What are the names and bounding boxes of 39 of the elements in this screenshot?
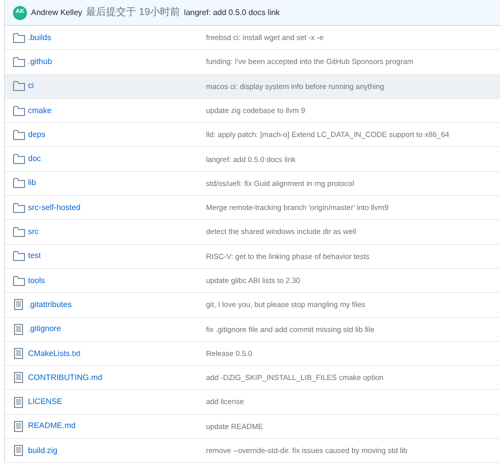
file-name[interactable]: lib — [28, 177, 36, 190]
folder-icon — [13, 227, 25, 238]
file-name[interactable]: ci — [28, 80, 34, 92]
folder-icon — [13, 106, 25, 116]
file-name[interactable]: src — [28, 226, 39, 238]
file-name[interactable]: src-self-hosted — [28, 202, 80, 214]
file-name[interactable]: test — [28, 250, 41, 262]
folder-icon — [13, 56, 25, 67]
folder-icon — [13, 276, 25, 286]
folder-icon — [13, 154, 25, 164]
document-icon — [14, 445, 23, 456]
file-name[interactable]: .gitattributes — [28, 298, 72, 311]
commit-message[interactable]: langref: add 0.5.0 docs link — [184, 6, 280, 18]
document-icon — [14, 372, 23, 384]
folder-icon — [13, 32, 25, 43]
document-icon — [14, 396, 23, 408]
folder-icon — [13, 251, 25, 262]
file-name[interactable]: README.md — [28, 420, 76, 432]
author-name[interactable]: Andrew Kelley — [31, 6, 82, 18]
folder-icon — [13, 130, 25, 140]
document-icon — [14, 348, 23, 359]
file-name[interactable]: .gitignore — [28, 323, 61, 336]
file-name[interactable]: LICENSE — [28, 396, 62, 408]
file-name[interactable]: tools — [28, 274, 45, 287]
file-name[interactable]: deps — [28, 128, 46, 141]
file-name[interactable]: CMakeLists.txt — [28, 348, 80, 360]
document-icon — [14, 324, 23, 335]
file-name[interactable]: doc — [28, 153, 41, 166]
folder-icon — [13, 202, 25, 213]
file-name[interactable]: .builds — [28, 32, 52, 44]
folder-icon — [13, 81, 25, 92]
file-name[interactable]: cmake — [28, 104, 52, 117]
file-name[interactable]: CONTRIBUTING.md — [28, 372, 102, 384]
document-icon — [14, 299, 23, 310]
file-name[interactable]: .github — [28, 56, 52, 68]
file-name[interactable]: build.zig — [28, 444, 58, 457]
commit-time: 最后提交于 19小时前 — [86, 6, 180, 20]
folder-icon — [13, 178, 25, 188]
document-icon — [14, 420, 23, 432]
